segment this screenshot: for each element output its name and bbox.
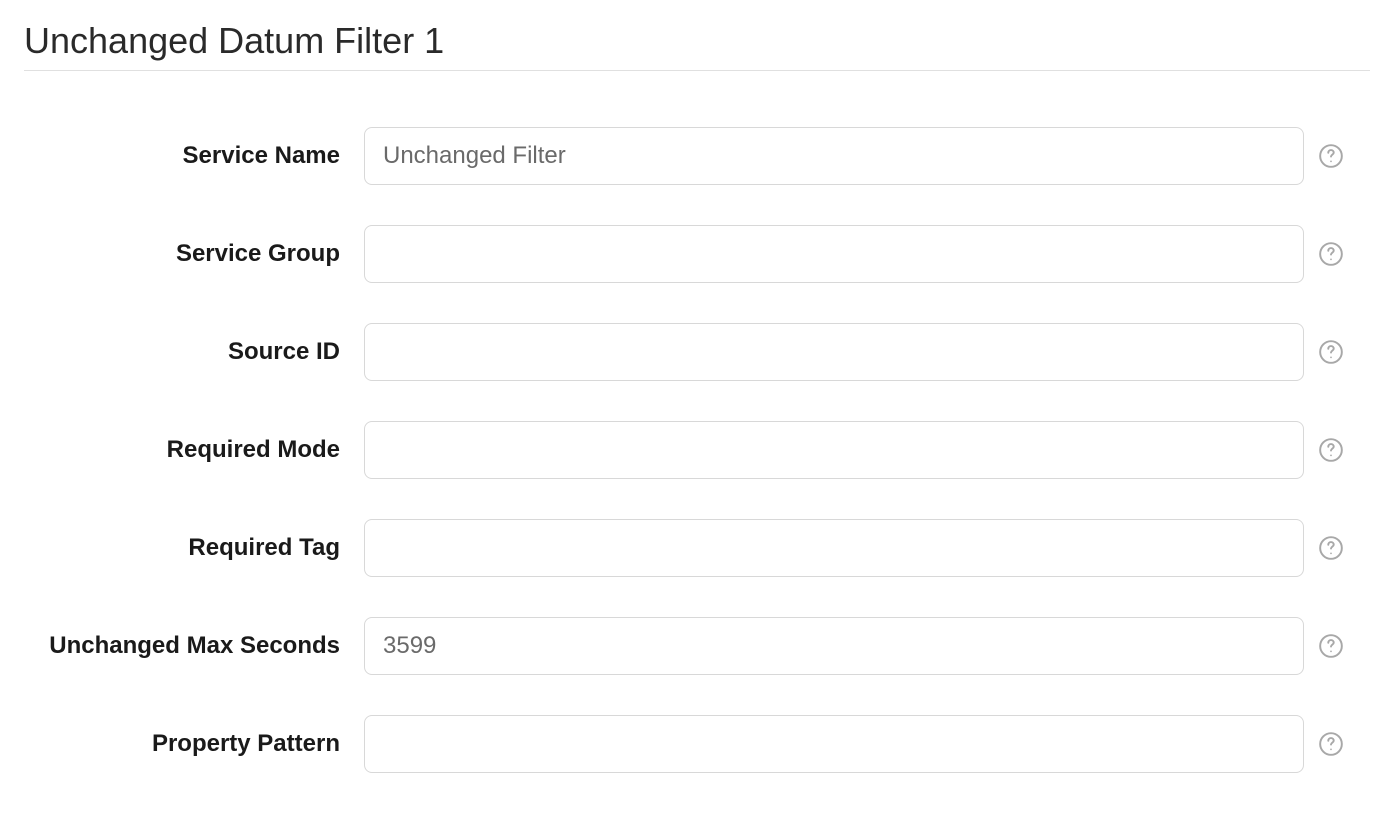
service-name-label: Service Name [24, 127, 364, 173]
help-icon[interactable] [1318, 633, 1344, 659]
help-icon[interactable] [1318, 339, 1344, 365]
service-group-label: Service Group [24, 225, 364, 271]
field-row-unchanged-max-seconds: Unchanged Max Seconds [24, 617, 1370, 675]
property-pattern-label: Property Pattern [24, 715, 364, 761]
service-name-input[interactable] [364, 127, 1304, 185]
field-row-service-name: Service Name [24, 127, 1370, 185]
help-icon[interactable] [1318, 731, 1344, 757]
unchanged-max-seconds-input[interactable] [364, 617, 1304, 675]
property-pattern-input[interactable] [364, 715, 1304, 773]
source-id-label: Source ID [24, 323, 364, 369]
required-tag-input[interactable] [364, 519, 1304, 577]
help-icon[interactable] [1318, 143, 1344, 169]
field-row-property-pattern: Property Pattern [24, 715, 1370, 773]
service-group-input[interactable] [364, 225, 1304, 283]
required-mode-input[interactable] [364, 421, 1304, 479]
field-row-required-tag: Required Tag [24, 519, 1370, 577]
help-icon[interactable] [1318, 437, 1344, 463]
field-row-service-group: Service Group [24, 225, 1370, 283]
field-row-required-mode: Required Mode [24, 421, 1370, 479]
help-icon[interactable] [1318, 535, 1344, 561]
unchanged-max-seconds-label: Unchanged Max Seconds [24, 617, 364, 663]
required-mode-label: Required Mode [24, 421, 364, 467]
field-row-source-id: Source ID [24, 323, 1370, 381]
required-tag-label: Required Tag [24, 519, 364, 565]
source-id-input[interactable] [364, 323, 1304, 381]
form-title: Unchanged Datum Filter 1 [24, 20, 1370, 71]
help-icon[interactable] [1318, 241, 1344, 267]
